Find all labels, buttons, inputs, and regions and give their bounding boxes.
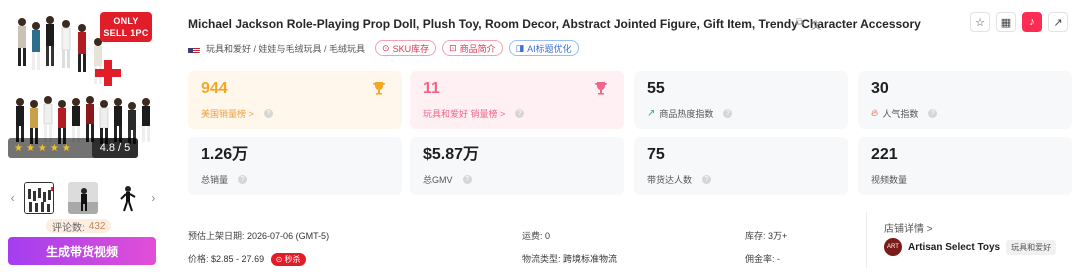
stat-label: 带货达人数 — [647, 175, 693, 185]
commission-label: 佣金率: — [745, 254, 775, 264]
us-flag-icon — [188, 44, 200, 53]
listing-date-label: 预估上架日期: — [188, 231, 245, 241]
thumbnail-1[interactable] — [24, 182, 55, 214]
logistics-type: 物流类型: 跨境标准物流 — [522, 252, 617, 265]
fire-icon: 🔥︎ — [871, 108, 879, 119]
product-media-panel: ONLY SELL 1PC ★★★★★ 4.8 / 5 ‹ › 评论数: 432… — [0, 0, 168, 277]
commission-value: - — [777, 254, 781, 264]
help-icon[interactable]: ? — [702, 175, 712, 184]
stat-label: 玩具和爱好 销量榜 > — [423, 109, 506, 119]
bag-icon: ⊡ — [449, 42, 457, 53]
ai-icon: ◨ — [515, 42, 525, 53]
external-link-icon[interactable]: ↗ — [1048, 12, 1068, 32]
shipping-fee-label: 运费: — [522, 231, 543, 241]
chevron-right-icon[interactable]: › — [149, 191, 158, 205]
stat-value: $5.87万 — [423, 146, 480, 163]
stat-value: 1.26万 — [201, 146, 249, 163]
price-label: 价格: — [188, 254, 209, 264]
title-actions: ⧉ 文 — [796, 17, 821, 32]
badge-line-1: ONLY — [113, 16, 139, 26]
grid-icon[interactable]: ▦ — [996, 12, 1016, 32]
store-details-link[interactable]: 店铺详情 > — [884, 220, 933, 235]
stat-card-popularity-index: 30 🔥︎ 人气指数? — [858, 71, 1072, 129]
logistics-label: 物流类型: — [522, 254, 561, 264]
stat-card-heat-index: 55 ↗ 商品热度指数? — [634, 71, 848, 129]
copy-icon[interactable]: ⧉ — [796, 17, 803, 32]
store-avatar: ART — [884, 238, 902, 256]
thumbnail-3[interactable] — [111, 182, 142, 214]
stat-value: 75 — [647, 146, 665, 163]
price: 价格: $2.85 - 27.69 ⊙ 秒杀 — [188, 252, 306, 266]
stat-label: 商品热度指数 — [659, 109, 714, 119]
stat-label: 总销量 — [201, 175, 229, 185]
listing-date: 预估上架日期: 2026-07-06 (GMT-5) — [188, 229, 329, 242]
stat-card-total-sales: 1.26万 总销量? — [188, 137, 402, 195]
stat-label: 人气指数 — [882, 109, 919, 119]
stat-card-video-count: 221 视频数量 — [858, 137, 1072, 195]
stock-value: 3万+ — [768, 231, 788, 241]
review-count: 评论数: 432 — [46, 219, 112, 234]
price-value: $2.85 - 27.69 — [211, 254, 265, 264]
help-icon[interactable]: ? — [462, 175, 472, 184]
trophy-icon — [373, 82, 385, 95]
stat-value: 11 — [423, 80, 440, 97]
ai-title-tag[interactable]: ◨ AI标题优化 — [508, 40, 579, 56]
stock: 库存: 3万+ — [745, 229, 787, 242]
stat-label: 美国销量榜 > — [201, 109, 254, 119]
help-icon[interactable]: ? — [515, 109, 525, 118]
help-icon[interactable]: ? — [723, 109, 733, 118]
product-tags: 玩具和爱好 / 娃娃与毛绒玩具 / 毛绒玩具 ⊙ SKU库存 ⊡ 商品简介 ◨ AI标… — [188, 40, 579, 56]
help-icon[interactable]: ? — [928, 109, 938, 118]
flash-sale-badge: ⊙ 秒杀 — [270, 253, 306, 266]
help-icon[interactable]: ? — [238, 175, 248, 184]
stat-value: 944 — [201, 80, 228, 97]
ai-tag-label: AI标题优化 — [527, 43, 572, 54]
sku-tag-label: SKU库存 — [392, 43, 430, 54]
stat-label: 总GMV — [423, 175, 453, 185]
stat-card-us-sales-rank[interactable]: 944 美国销量榜 >? — [188, 71, 402, 129]
stock-label: 库存: — [745, 231, 766, 241]
review-label: 评论数: — [52, 222, 85, 234]
store-name[interactable]: Artisan Select Toys — [908, 242, 1000, 253]
star-icon[interactable]: ☆ — [970, 12, 990, 32]
header-actions: ☆ ▦ ♪ ↗ — [970, 12, 1068, 32]
stat-value: 221 — [871, 146, 898, 163]
generate-video-button[interactable]: 生成带货视频 — [8, 237, 156, 265]
stat-card-total-gmv: $5.87万 总GMV? — [410, 137, 624, 195]
stat-value: 55 — [647, 80, 665, 97]
badge-line-2: SELL 1PC — [103, 28, 149, 38]
stat-card-category-sales-rank[interactable]: 11 玩具和爱好 销量榜 >? — [410, 71, 624, 129]
stat-label: 视频数量 — [871, 175, 908, 185]
logistics-value: 跨境标准物流 — [563, 254, 618, 264]
review-count-value: 432 — [88, 220, 106, 232]
intro-tag-label: 商品简介 — [459, 43, 496, 54]
listing-date-value: 2026-07-06 (GMT-5) — [247, 231, 330, 241]
only-sell-1pc-badge: ONLY SELL 1PC — [100, 12, 152, 42]
rating-score: 4.8 / 5 — [92, 138, 138, 158]
store-info[interactable]: ART Artisan Select Toys 玩具和爱好 — [884, 238, 1057, 256]
help-icon[interactable]: ? — [263, 109, 273, 118]
product-intro-tag[interactable]: ⊡ 商品简介 — [442, 40, 503, 56]
thumbnail-2[interactable] — [68, 182, 98, 214]
commission-rate: 佣金率: - — [745, 252, 780, 265]
divider — [866, 212, 867, 268]
rating-stars: ★★★★★ — [14, 142, 74, 154]
stat-value: 30 — [871, 80, 889, 97]
translate-icon[interactable]: 文 — [811, 17, 821, 32]
sku-stock-tag[interactable]: ⊙ SKU库存 — [375, 40, 437, 56]
category-breadcrumb[interactable]: 玩具和爱好 / 娃娃与毛绒玩具 / 毛绒玩具 — [206, 42, 365, 55]
trophy-icon — [595, 82, 607, 95]
stat-card-creator-count: 75 带货达人数? — [634, 137, 848, 195]
shipping-fee: 运费: 0 — [522, 229, 550, 242]
store-category-tag: 玩具和爱好 — [1006, 239, 1057, 255]
chevron-left-icon[interactable]: ‹ — [8, 191, 17, 205]
rating-bar: ★★★★★ 4.8 / 5 — [8, 138, 138, 158]
trend-icon: ↗ — [647, 108, 656, 119]
sku-icon: ⊙ — [382, 42, 390, 53]
thumbnail-carousel: ‹ › — [8, 181, 158, 215]
shipping-fee-value: 0 — [545, 231, 551, 241]
tiktok-icon[interactable]: ♪ — [1022, 12, 1042, 32]
